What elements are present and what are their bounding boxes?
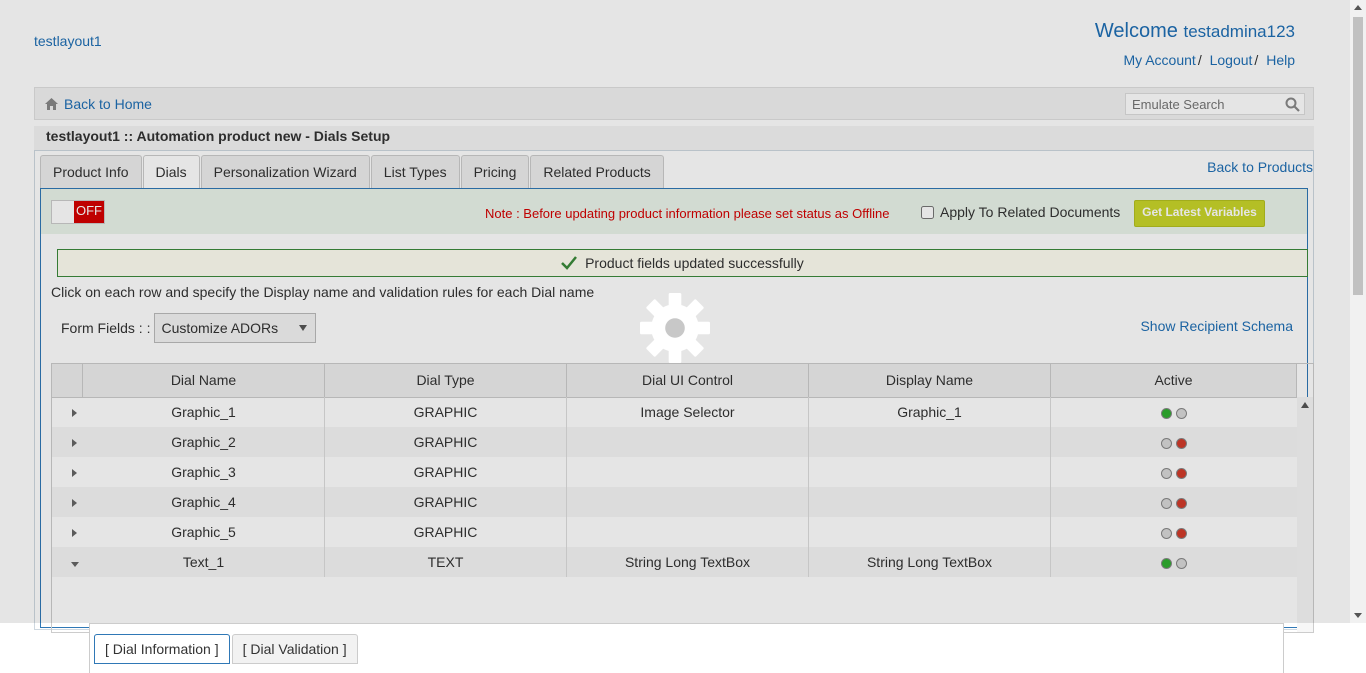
dial-detail-panel: [ Dial Information ] [ Dial Validation ]: [89, 623, 1284, 673]
subtab-dial-validation[interactable]: [ Dial Validation ]: [231, 634, 358, 664]
loading-overlay: [0, 0, 1366, 623]
scroll-thumb[interactable]: [1353, 17, 1363, 295]
scroll-down-icon[interactable]: [1354, 613, 1362, 618]
scroll-up-icon[interactable]: [1354, 5, 1362, 10]
subtab-dial-information[interactable]: [ Dial Information ]: [94, 634, 230, 664]
gear-icon: [640, 293, 710, 363]
page-scrollbar[interactable]: [1350, 0, 1366, 623]
dial-detail-tabs: [ Dial Information ] [ Dial Validation ]: [94, 634, 358, 664]
